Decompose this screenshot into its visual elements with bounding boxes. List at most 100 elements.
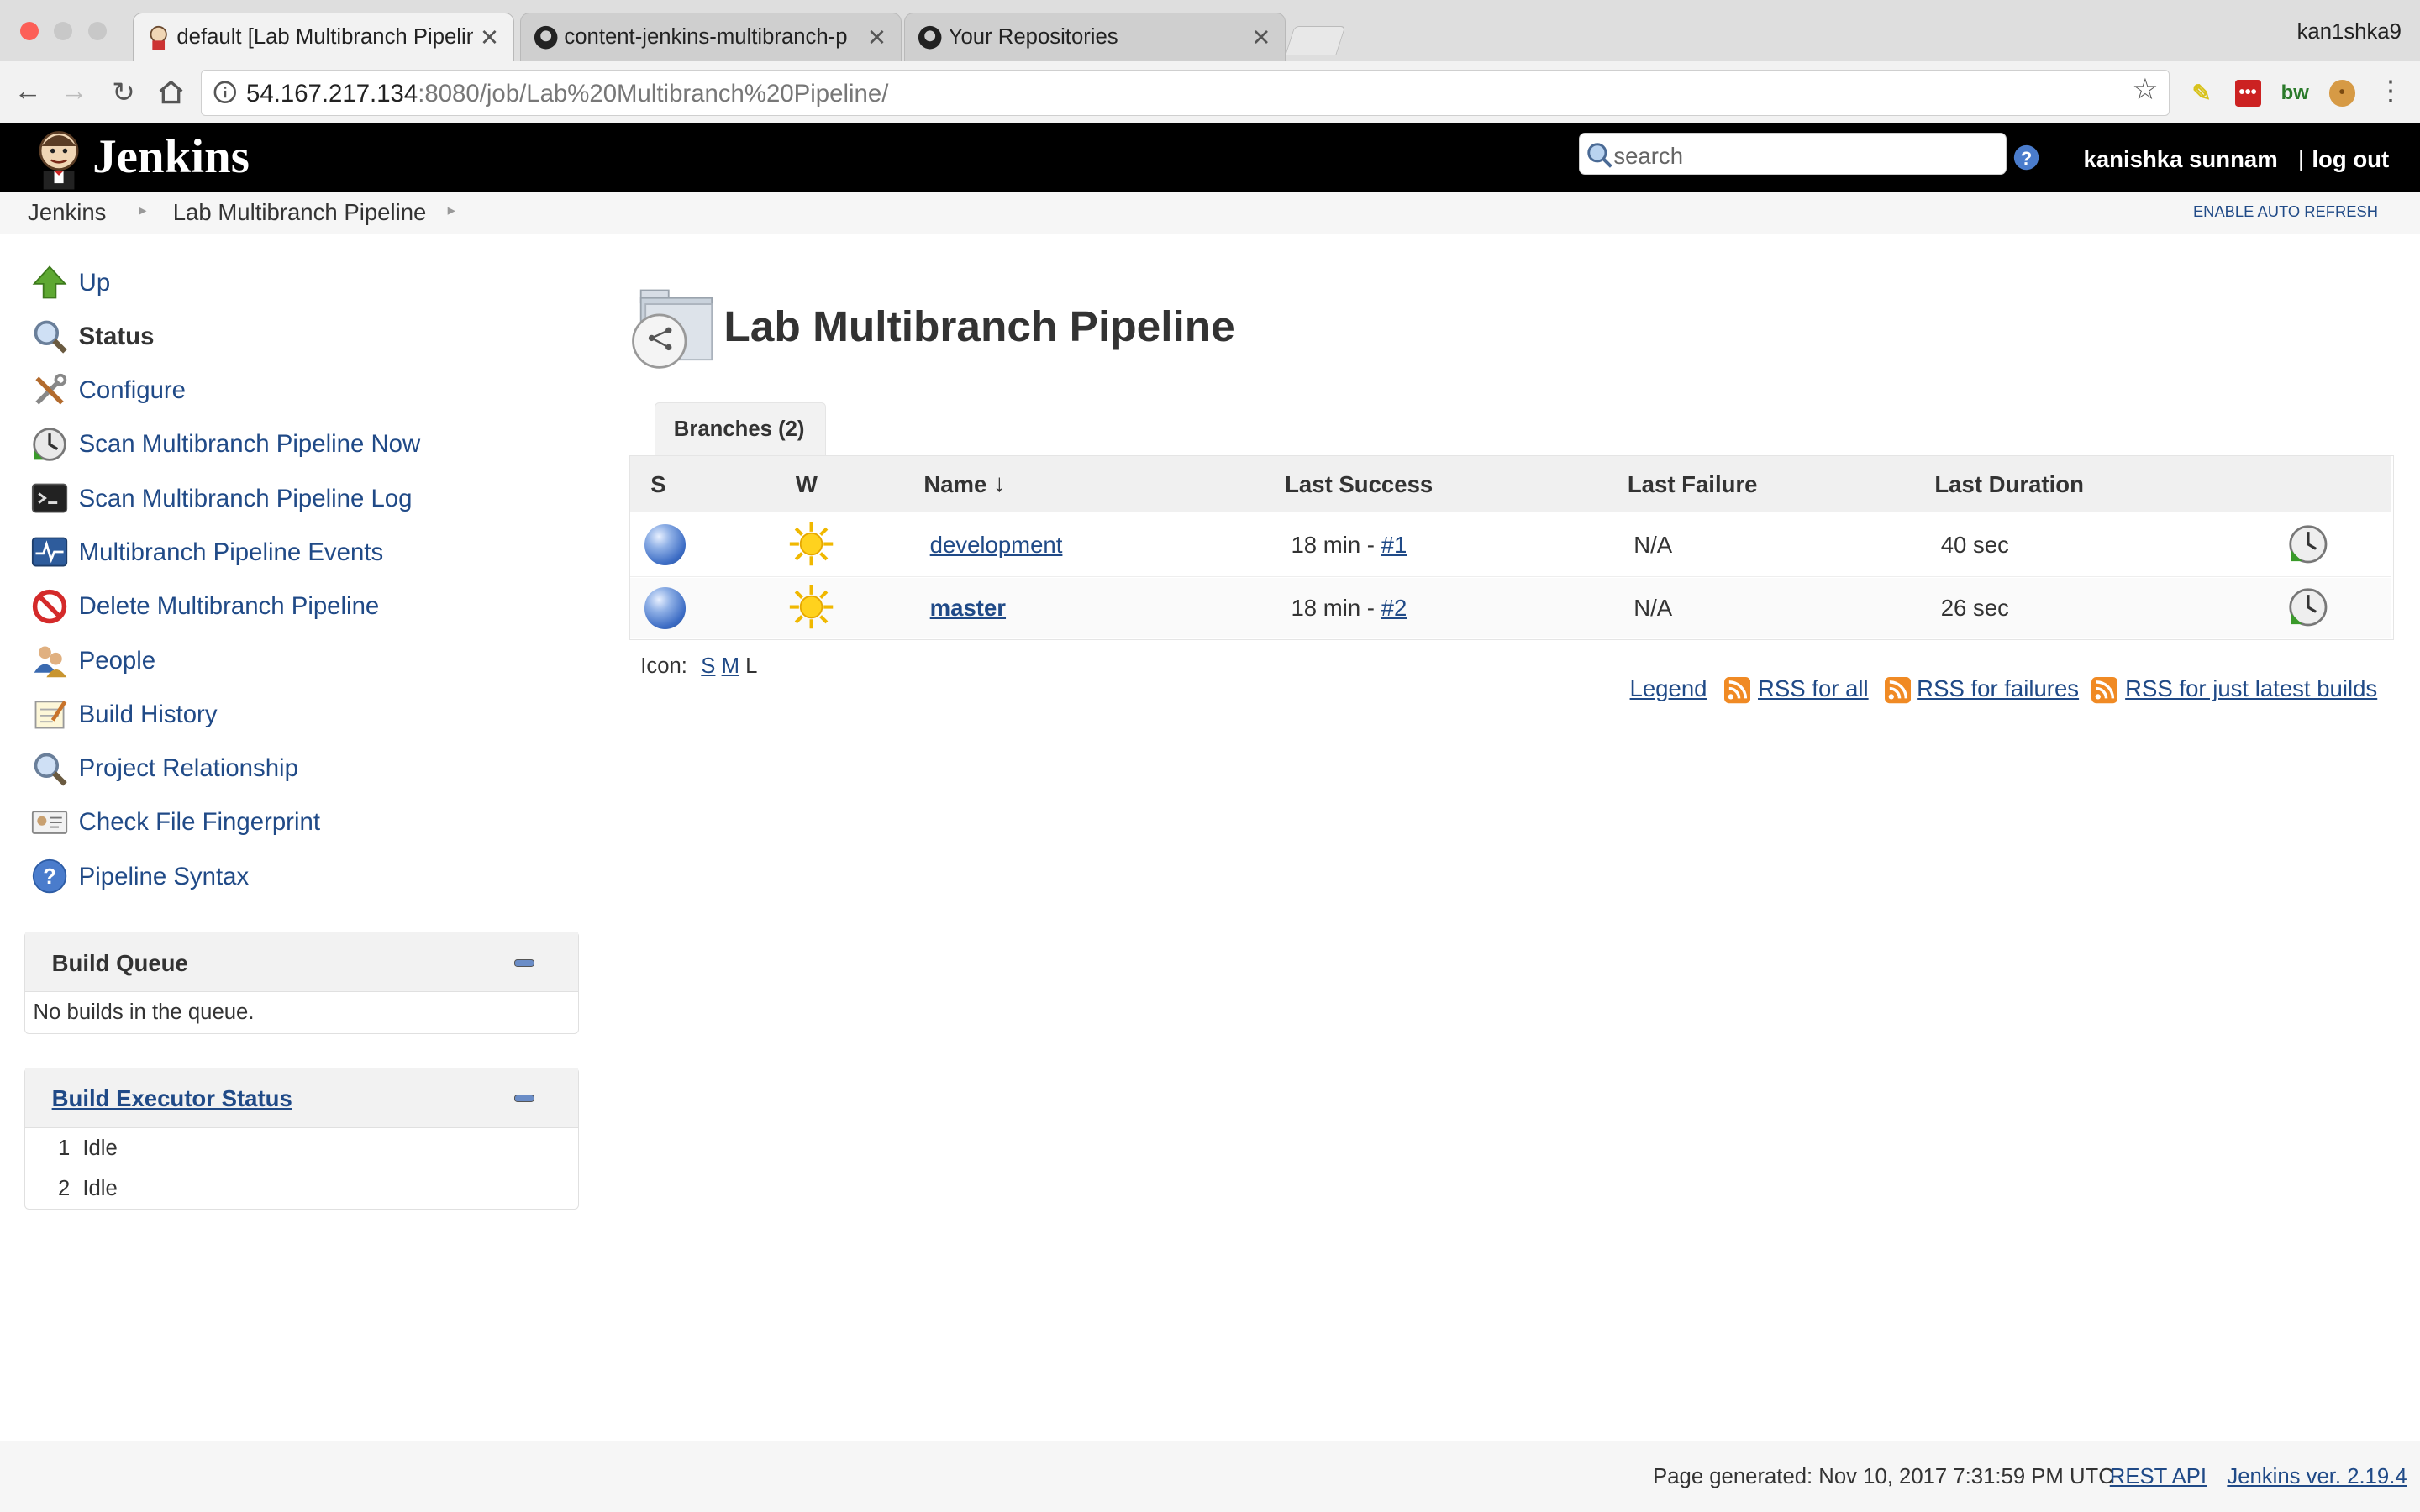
collapse-icon[interactable]	[514, 1095, 535, 1103]
breadcrumb-arrow-icon[interactable]: ▸	[139, 201, 146, 219]
forward-arrow-icon[interactable]: →	[59, 76, 90, 108]
browser-toolbar: ← → ↻ 54.167.217.134:8080/job/Lab%20Mult…	[0, 61, 2420, 123]
last-success-age: 18 min -	[1291, 595, 1381, 622]
bookmark-star-icon[interactable]: ☆	[2132, 73, 2158, 107]
search-input[interactable]	[1578, 132, 2007, 175]
tab-title: content-jenkins-multibranch-p	[564, 25, 848, 50]
browser-menu-icon[interactable]: ⋮	[2377, 74, 2405, 108]
icon-size-label: Icon:	[640, 654, 687, 678]
task-label: Configure	[78, 376, 187, 405]
close-window-icon[interactable]	[19, 21, 39, 40]
executor-state: Idle	[82, 1136, 118, 1160]
new-tab-button[interactable]	[1285, 26, 1346, 55]
up-arrow-icon	[32, 265, 67, 299]
jenkins-version-link[interactable]: Jenkins ver. 2.19.4	[2227, 1465, 2407, 1489]
tab-branches-label: Branches (2)	[673, 417, 805, 441]
search-icon	[34, 753, 67, 786]
breadcrumb-lab-multibranch-pipeline[interactable]: Lab Multibranch Pipeline	[173, 199, 427, 226]
breadcrumb: Jenkins ▸ Lab Multibranch Pipeline ▸ ENA…	[0, 191, 2420, 235]
extension-bw-icon[interactable]: bw	[2281, 80, 2309, 106]
rss-all-link[interactable]: RSS for all	[1758, 675, 1869, 702]
build-link[interactable]: #1	[1381, 532, 1407, 558]
no-entry-icon	[32, 589, 66, 624]
task-label: Delete Multibranch Pipeline	[78, 592, 380, 621]
column-header-w[interactable]: W	[796, 471, 818, 498]
rest-api-link[interactable]: REST API	[2110, 1465, 2207, 1489]
rss-failures-link[interactable]: RSS for failures	[1917, 675, 2079, 702]
help-icon[interactable]: ?	[2012, 144, 2040, 171]
schedule-build-icon[interactable]	[2288, 524, 2328, 564]
branch-link-development[interactable]: development	[930, 532, 1063, 559]
close-tab-icon[interactable]: ✕	[480, 24, 499, 51]
enable-auto-refresh-link[interactable]: ENABLE AUTO REFRESH	[2193, 202, 2378, 221]
column-header-s[interactable]: S	[650, 471, 666, 498]
page-title: Lab Multibranch Pipeline	[723, 302, 1235, 351]
icon-size-s[interactable]: S	[701, 654, 715, 678]
weather-sunny-icon[interactable]	[788, 521, 834, 567]
schedule-build-icon[interactable]	[2288, 587, 2328, 627]
browser-tab-jenkins[interactable]: default [Lab Multibranch Pipeline ✕	[132, 12, 514, 64]
rss-icon[interactable]	[2091, 677, 2118, 704]
minimize-window-icon[interactable]	[54, 21, 73, 40]
extension-cookie-icon[interactable]: •	[2328, 80, 2355, 107]
column-header-name[interactable]: Name	[923, 471, 986, 498]
collapse-icon[interactable]	[514, 958, 535, 967]
branch-link-master[interactable]: master	[930, 595, 1006, 622]
reload-icon[interactable]: ↻	[108, 76, 139, 109]
last-failure-cell: N/A	[1634, 595, 1673, 622]
rss-icon[interactable]	[1884, 677, 1911, 704]
last-success-cell: 18 min - #1	[1291, 532, 1407, 559]
status-blue-ball-icon[interactable]	[644, 586, 687, 629]
browser-tab-github-content[interactable]: content-jenkins-multibranch-p ✕	[519, 12, 902, 62]
address-bar[interactable]: 54.167.217.134:8080/job/Lab%20Multibranc…	[200, 69, 2170, 116]
sort-arrow-icon[interactable]: ↓	[993, 470, 1006, 498]
build-queue-title: Build Queue	[51, 949, 188, 976]
github-icon	[918, 26, 942, 50]
extension-lastpass-icon[interactable]: •••	[2234, 80, 2261, 107]
icon-size-m[interactable]: M	[722, 654, 739, 678]
executor-number: 1	[57, 1136, 71, 1160]
browser-tab-your-repositories[interactable]: Your Repositories ✕	[904, 12, 1286, 62]
logout-separator: |	[2297, 144, 2304, 171]
rss-latest-builds-link[interactable]: RSS for just latest builds	[2125, 675, 2377, 702]
icon-size-l: L	[745, 654, 758, 678]
info-icon[interactable]	[213, 81, 237, 104]
breadcrumb-arrow-icon[interactable]: ▸	[448, 201, 455, 219]
svg-text:?: ?	[43, 865, 56, 889]
task-label: Up	[78, 268, 111, 297]
user-name-link[interactable]: kanishka sunnam	[2084, 146, 2278, 173]
build-link[interactable]: #2	[1381, 595, 1407, 621]
browser-tab-bar: default [Lab Multibranch Pipeline ✕ cont…	[0, 0, 2420, 64]
monitor-icon	[31, 538, 67, 567]
task-label: Status	[78, 322, 155, 350]
weather-sunny-icon[interactable]	[788, 584, 834, 630]
tab-title: default [Lab Multibranch Pipeline	[176, 25, 473, 50]
executor-status-title-link[interactable]: Build Executor Status	[52, 1085, 292, 1112]
jenkins-butler-logo-icon[interactable]	[31, 128, 87, 190]
icon-size-selector: Icon: S M L	[640, 654, 757, 679]
last-failure-cell: N/A	[1634, 531, 1673, 558]
status-blue-ball-icon[interactable]	[644, 523, 687, 566]
executor-status-header: Build Executor Status	[25, 1068, 578, 1128]
legend-link[interactable]: Legend	[1630, 675, 1707, 702]
breadcrumb-jenkins[interactable]: Jenkins	[28, 199, 106, 226]
back-arrow-icon[interactable]: ←	[13, 76, 44, 108]
maximize-window-icon[interactable]	[87, 21, 107, 40]
close-tab-icon[interactable]: ✕	[1251, 24, 1270, 51]
profile-name[interactable]: kan1shka9	[2297, 20, 2402, 45]
fingerprint-icon	[31, 811, 67, 834]
rss-icon[interactable]	[1723, 677, 1750, 704]
search-icon	[34, 321, 67, 354]
branches-table: S W Name ↓ Last Success Last Failure Las…	[629, 454, 2394, 641]
jenkins-logo-text[interactable]: Jenkins	[92, 129, 250, 184]
tab-branches[interactable]: Branches (2)	[654, 402, 826, 455]
task-label: Scan Multibranch Pipeline Now	[78, 430, 421, 459]
column-header-last-failure[interactable]: Last Failure	[1628, 471, 1758, 498]
home-icon[interactable]	[157, 79, 185, 105]
column-header-last-success[interactable]: Last Success	[1285, 471, 1433, 498]
column-header-last-duration[interactable]: Last Duration	[1934, 471, 2084, 498]
close-tab-icon[interactable]: ✕	[867, 24, 886, 51]
logout-link[interactable]: log out	[2312, 146, 2389, 173]
executor-state: Idle	[82, 1176, 118, 1200]
extension-sticky-icon[interactable]: ✎	[2188, 80, 2214, 106]
